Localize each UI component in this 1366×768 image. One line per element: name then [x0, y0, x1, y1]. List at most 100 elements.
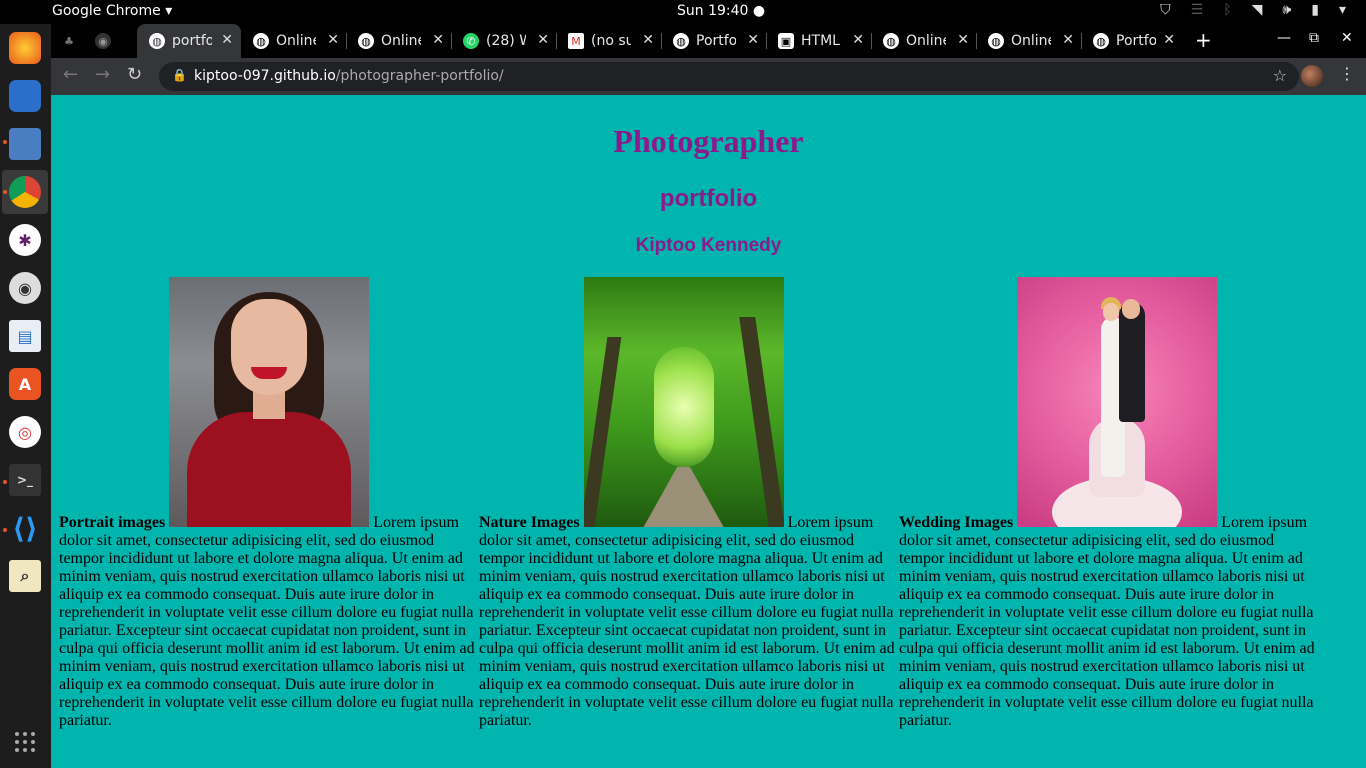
files-icon[interactable]	[9, 128, 41, 160]
tab[interactable]: ◍ Portfo ✕	[663, 24, 767, 58]
running-indicator	[3, 190, 7, 194]
gmail-icon: M	[568, 33, 584, 49]
slack-icon[interactable]: ✱	[9, 224, 41, 256]
tab[interactable]: M (no su ✕	[558, 24, 662, 58]
close-icon[interactable]: ✕	[537, 32, 549, 48]
tab-label: Portfo	[1116, 33, 1156, 49]
globe-icon: ◍	[988, 33, 1004, 49]
chrome-icon[interactable]	[9, 176, 41, 208]
tab[interactable]: ▣ HTML ✕	[768, 24, 872, 58]
forest-path-photo	[583, 277, 784, 527]
terminal-icon[interactable]: >_	[9, 464, 41, 496]
section-text: Lorem ipsum dolor sit amet, consectetur …	[479, 514, 895, 729]
close-icon[interactable]: ✕	[432, 32, 444, 48]
browser-toolbar: ← → ↻ 🔒 kiptoo-097.github.io/photographe…	[51, 58, 1366, 95]
tab[interactable]: ◍ Online ✕	[873, 24, 977, 58]
section-heading: Portrait images	[59, 514, 166, 531]
forward-button[interactable]: →	[95, 64, 110, 85]
close-icon[interactable]: ✕	[642, 32, 654, 48]
close-icon[interactable]: ✕	[957, 32, 969, 48]
firefox-icon[interactable]	[9, 32, 41, 64]
section-heading: Nature Images	[479, 514, 580, 531]
minimize-icon[interactable]: —	[1277, 30, 1291, 46]
app-menu[interactable]: Google Chrome ▾	[52, 3, 172, 19]
close-icon[interactable]: ✕	[327, 32, 339, 48]
tab-pinned-1[interactable]: ♣	[61, 24, 91, 58]
close-icon[interactable]: ✕	[1163, 32, 1175, 48]
running-indicator	[3, 480, 7, 484]
url-text[interactable]: kiptoo-097.github.io/photographer-portfo…	[194, 68, 504, 84]
thunderbird-icon[interactable]	[9, 80, 41, 112]
tab-label: (28) W	[486, 33, 526, 49]
tab[interactable]: ◍ Online ✕	[243, 24, 347, 58]
whatsapp-icon: ✆	[463, 33, 479, 49]
tab-strip: ♣ ◉ ◍ portfolio ✕ ◍ Online ✕ ◍ Online ✕ …	[51, 24, 1366, 58]
profile-avatar[interactable]	[1301, 65, 1323, 87]
menu-kebab-icon[interactable]: ⋮	[1339, 64, 1355, 83]
system-tray: ⛉ ☰ ᛒ ◥ 🕪 ▮ ▾	[1160, 2, 1346, 18]
wifi-icon[interactable]: ◥	[1252, 2, 1263, 18]
running-indicator	[3, 140, 7, 144]
globe-icon: ◍	[1093, 33, 1109, 49]
restore-icon[interactable]: ⧉	[1309, 30, 1319, 46]
portfolio-section-wedding: Wedding Images Lorem ipsum dolor sit ame…	[899, 277, 1315, 730]
close-icon[interactable]: ✕	[1062, 32, 1074, 48]
globe-icon: ◍	[149, 33, 165, 49]
clock[interactable]: Sun 19:40 ●	[677, 3, 765, 19]
portrait-photo	[169, 277, 370, 527]
url-path: /photographer-portfolio/	[335, 68, 504, 84]
system-top-bar: Google Chrome ▾ Sun 19:40 ● ⛉ ☰ ᛒ ◥ 🕪 ▮ …	[0, 0, 1366, 24]
close-icon[interactable]: ✕	[221, 32, 233, 48]
tab-label: Online	[381, 33, 421, 49]
show-applications-icon[interactable]	[15, 732, 35, 752]
portfolio-section-nature: Nature Images Lorem ipsum dolor sit amet…	[479, 277, 895, 730]
section-text: Lorem ipsum dolor sit amet, consectetur …	[899, 514, 1315, 729]
network-manager-icon[interactable]: ☰	[1191, 2, 1204, 18]
vscode-icon[interactable]: ⟨⟩	[9, 512, 41, 545]
bookmark-star-icon[interactable]: ☆	[1273, 66, 1287, 85]
app-menu-label: Google Chrome	[52, 3, 161, 19]
reload-button[interactable]: ↻	[127, 64, 142, 85]
tab[interactable]: ◍ Online ✕	[978, 24, 1082, 58]
tab-label: Online	[1011, 33, 1051, 49]
tab-active[interactable]: ◍ portfolio ✕	[137, 24, 241, 58]
tab[interactable]: ◍ Portfo ✕	[1083, 24, 1183, 58]
help-icon[interactable]: ◎	[9, 416, 41, 448]
address-bar[interactable]: 🔒 kiptoo-097.github.io/photographer-port…	[159, 62, 1299, 91]
software-center-icon[interactable]: A	[9, 368, 41, 400]
section-heading: Wedding Images	[899, 514, 1014, 531]
rhythmbox-icon[interactable]: ◉	[9, 272, 41, 304]
running-indicator	[3, 528, 7, 532]
new-tab-button[interactable]: +	[1195, 28, 1212, 52]
author-name: Kiptoo Kennedy	[635, 235, 782, 256]
back-button[interactable]: ←	[63, 64, 78, 85]
shield-icon[interactable]: ⛉	[1160, 2, 1171, 18]
battery-icon[interactable]: ▮	[1311, 2, 1319, 18]
power-menu-icon[interactable]: ▾	[1339, 2, 1346, 18]
tree-icon: ♣	[64, 34, 74, 48]
tab[interactable]: ◍ Online ✕	[348, 24, 452, 58]
image-viewer-icon[interactable]: ⌕	[9, 560, 41, 592]
tab-pinned-2[interactable]: ◉	[95, 24, 133, 58]
page-title: Photographer	[613, 123, 804, 159]
globe-icon: ◍	[358, 33, 374, 49]
close-icon[interactable]: ✕	[852, 32, 864, 48]
tab-label: Online	[276, 33, 316, 49]
web-page: Photographer portfolio Kiptoo Kennedy Po…	[51, 95, 1366, 768]
dock: ✱ ◉ ▤ A ◎ >_ ⟨⟩ ⌕	[0, 24, 51, 768]
section-text: Lorem ipsum dolor sit amet, consectetur …	[59, 514, 475, 729]
doc-icon: ▣	[778, 33, 794, 49]
globe-icon: ◍	[883, 33, 899, 49]
volume-icon[interactable]: 🕪	[1282, 2, 1291, 18]
bluetooth-icon[interactable]: ᛒ	[1223, 2, 1231, 18]
tab[interactable]: ✆ (28) W ✕	[453, 24, 557, 58]
tab-label: portfolio	[172, 33, 212, 49]
window-close-icon[interactable]: ✕	[1341, 30, 1353, 46]
url-domain: kiptoo-097.github.io	[194, 68, 336, 84]
writer-icon[interactable]: ▤	[9, 320, 41, 352]
close-icon[interactable]: ✕	[747, 32, 759, 48]
lock-icon[interactable]: 🔒	[172, 68, 187, 82]
app-menu-caret-icon: ▾	[165, 3, 173, 19]
tab-label: (no su	[591, 33, 631, 49]
portfolio-section-portrait: Portrait images Lorem ipsum dolor sit am…	[59, 277, 475, 730]
